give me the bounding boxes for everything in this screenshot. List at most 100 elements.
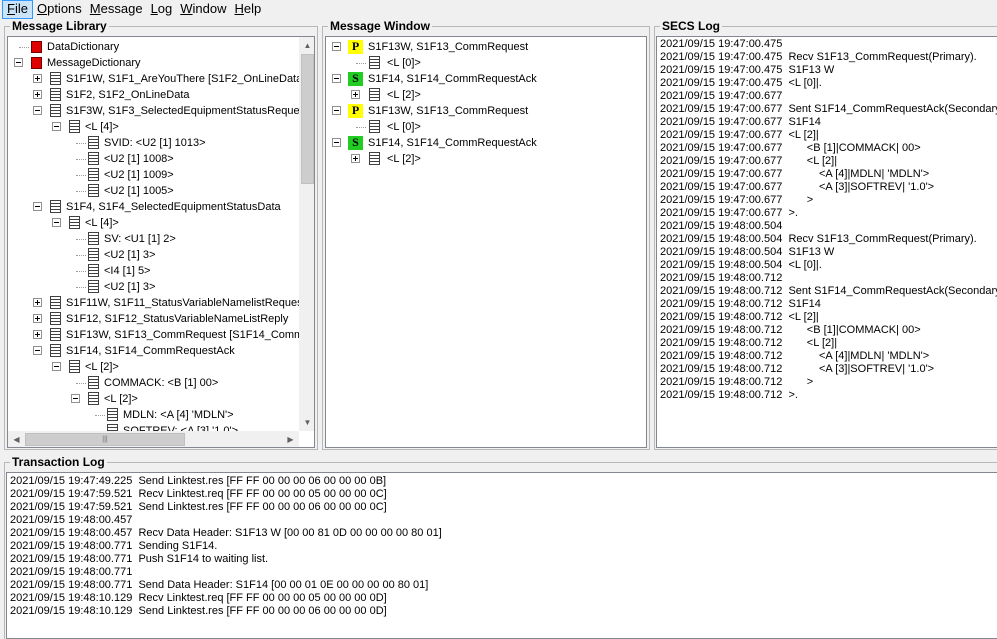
secs-log-text[interactable]: 2021/09/15 19:47:00.475 2021/09/15 19:47:…	[656, 36, 997, 448]
tree-node[interactable]: S1F13W, S1F13_CommRequest [S1F14_CommReq…	[8, 327, 299, 343]
tree-node[interactable]: <L [2]>	[8, 391, 299, 407]
menu-options[interactable]: Options	[33, 0, 86, 19]
minus-box-icon[interactable]	[14, 58, 23, 67]
message-window-tree[interactable]: P S1F13W, S1F13_CommRequest <L [0]> S S1F14,…	[325, 36, 647, 448]
menu-log[interactable]: Log	[147, 0, 177, 19]
tree-node[interactable]: S1F11W, S1F11_StatusVariableNamelistRequ…	[8, 295, 299, 311]
tree-node[interactable]: MDLN: <A [4] 'MDLN'>	[8, 407, 299, 423]
scroll-left-icon[interactable]: ◀	[8, 431, 25, 447]
transaction-log-line: 2021/09/15 19:48:10.129 Send Linktest.re…	[10, 605, 387, 617]
message-node[interactable]: <L [0]>	[326, 119, 646, 135]
minus-box-icon[interactable]	[71, 394, 80, 403]
tree-connector	[76, 143, 86, 144]
document-icon	[50, 296, 61, 309]
minus-box-icon[interactable]	[33, 202, 42, 211]
tree-node[interactable]: SV: <U1 [1] 2>	[8, 231, 299, 247]
document-icon	[369, 56, 380, 69]
minus-box-icon[interactable]	[52, 218, 61, 227]
secs-log-line: 2021/09/15 19:47:00.475	[660, 38, 783, 50]
message-library-tree[interactable]: DataDictionary MessageDictionary S1F1W, S1…	[7, 36, 315, 448]
secs-log-line: 2021/09/15 19:47:00.475 <L [0]|.	[660, 77, 822, 89]
message-library-title: Message Library	[10, 19, 109, 33]
tree-node[interactable]: <U2 [1] 1008>	[8, 151, 299, 167]
scroll-right-icon[interactable]: ▶	[282, 431, 299, 447]
document-icon	[88, 264, 99, 277]
tree-node[interactable]: SOFTREV: <A [3] '1.0'>	[8, 423, 299, 431]
document-icon	[88, 392, 99, 405]
tree-node[interactable]: DataDictionary	[8, 39, 299, 55]
plus-box-icon[interactable]	[33, 314, 42, 323]
tree-node[interactable]: <U2 [1] 3>	[8, 279, 299, 295]
message-node[interactable]: <L [2]>	[326, 87, 646, 103]
tree-node-label: <L [2]>	[104, 393, 138, 405]
tree-node-label: <I4 [1] 5>	[104, 265, 151, 277]
minus-box-icon[interactable]	[332, 42, 341, 51]
plus-box-icon[interactable]	[33, 330, 42, 339]
tree-node-label: <U2 [1] 1008>	[104, 153, 174, 165]
menu-window[interactable]: Window	[176, 0, 230, 19]
tree-node[interactable]: SVID: <U2 [1] 1013>	[8, 135, 299, 151]
tree-node[interactable]: <U2 [1] 3>	[8, 247, 299, 263]
message-node[interactable]: <L [0]>	[326, 55, 646, 71]
document-icon	[50, 312, 61, 325]
message-node[interactable]: S S1F14, S1F14_CommRequestAck	[326, 71, 646, 87]
tree-node[interactable]: S1F14, S1F14_CommRequestAck	[8, 343, 299, 359]
plus-box-icon[interactable]	[351, 90, 360, 99]
tree-connector	[76, 271, 86, 272]
minus-box-icon[interactable]	[332, 138, 341, 147]
message-node[interactable]: S S1F14, S1F14_CommRequestAck	[326, 135, 646, 151]
minus-box-icon[interactable]	[52, 362, 61, 371]
plus-box-icon[interactable]	[33, 90, 42, 99]
message-node-label: <L [2]>	[387, 89, 421, 101]
scroll-thumb[interactable]	[301, 54, 314, 184]
tree-connector	[19, 47, 29, 48]
menu-file[interactable]: File	[2, 0, 33, 19]
tree-node[interactable]: <U2 [1] 1009>	[8, 167, 299, 183]
tree-node[interactable]: <L [4]>	[8, 119, 299, 135]
secs-log-line: 2021/09/15 19:48:00.712	[660, 272, 783, 284]
message-node-label: S1F14, S1F14_CommRequestAck	[368, 73, 537, 85]
plus-box-icon[interactable]	[33, 298, 42, 307]
tree-node[interactable]: S1F2, S1F2_OnLineData	[8, 87, 299, 103]
tree-node-label: MDLN: <A [4] 'MDLN'>	[123, 409, 234, 421]
tree-node[interactable]: <U2 [1] 1005>	[8, 183, 299, 199]
scroll-down-icon[interactable]: ▼	[299, 414, 314, 431]
tree-connector	[356, 127, 366, 128]
scroll-thumb-horizontal[interactable]: |||	[25, 433, 185, 446]
minus-box-icon[interactable]	[52, 122, 61, 131]
menu-help[interactable]: Help	[231, 0, 266, 19]
document-icon	[50, 72, 61, 85]
tree-node[interactable]: <I4 [1] 5>	[8, 263, 299, 279]
tree-node[interactable]: S1F4, S1F4_SelectedEquipmentStatusData	[8, 199, 299, 215]
transaction-log-line: 2021/09/15 19:48:00.771 Sending S1F14.	[10, 540, 218, 552]
minus-box-icon[interactable]	[332, 74, 341, 83]
tree-node[interactable]: S1F3W, S1F3_SelectedEquipmentStatusReque…	[8, 103, 299, 119]
tree-node[interactable]: <L [4]>	[8, 215, 299, 231]
menu-message[interactable]: Message	[86, 0, 147, 19]
tree-node[interactable]: S1F1W, S1F1_AreYouThere [S1F2_OnLineData…	[8, 71, 299, 87]
message-node-label: S1F13W, S1F13_CommRequest	[368, 41, 529, 53]
message-node[interactable]: P S1F13W, S1F13_CommRequest	[326, 103, 646, 119]
document-icon	[107, 408, 118, 421]
secs-log-line: 2021/09/15 19:47:00.677	[660, 90, 783, 102]
document-icon	[50, 344, 61, 357]
plus-box-icon[interactable]	[351, 154, 360, 163]
minus-box-icon[interactable]	[332, 106, 341, 115]
transaction-log-text[interactable]: 2021/09/15 19:47:49.225 Send Linktest.re…	[6, 472, 997, 639]
plus-box-icon[interactable]	[33, 74, 42, 83]
minus-box-icon[interactable]	[33, 346, 42, 355]
tree-node[interactable]: S1F12, S1F12_StatusVariableNameListReply	[8, 311, 299, 327]
tree-node-label: SOFTREV: <A [3] '1.0'>	[123, 425, 239, 431]
secs-log-line: 2021/09/15 19:47:00.677 S1F14	[660, 116, 821, 128]
tree-node[interactable]: MessageDictionary	[8, 55, 299, 71]
message-node[interactable]: <L [2]>	[326, 151, 646, 167]
tree-node[interactable]: COMMACK: <B [1] 00>	[8, 375, 299, 391]
tree-node[interactable]: <L [2]>	[8, 359, 299, 375]
transaction-log-line: 2021/09/15 19:48:10.129 Recv Linktest.re…	[10, 592, 387, 604]
message-node[interactable]: P S1F13W, S1F13_CommRequest	[326, 39, 646, 55]
minus-box-icon[interactable]	[33, 106, 42, 115]
library-vertical-scrollbar[interactable]: ▲ ▼	[299, 37, 314, 431]
tree-node-label: SVID: <U2 [1] 1013>	[104, 137, 206, 149]
library-horizontal-scrollbar[interactable]: ◀ ||| ▶	[8, 431, 299, 447]
scroll-up-icon[interactable]: ▲	[299, 37, 314, 54]
